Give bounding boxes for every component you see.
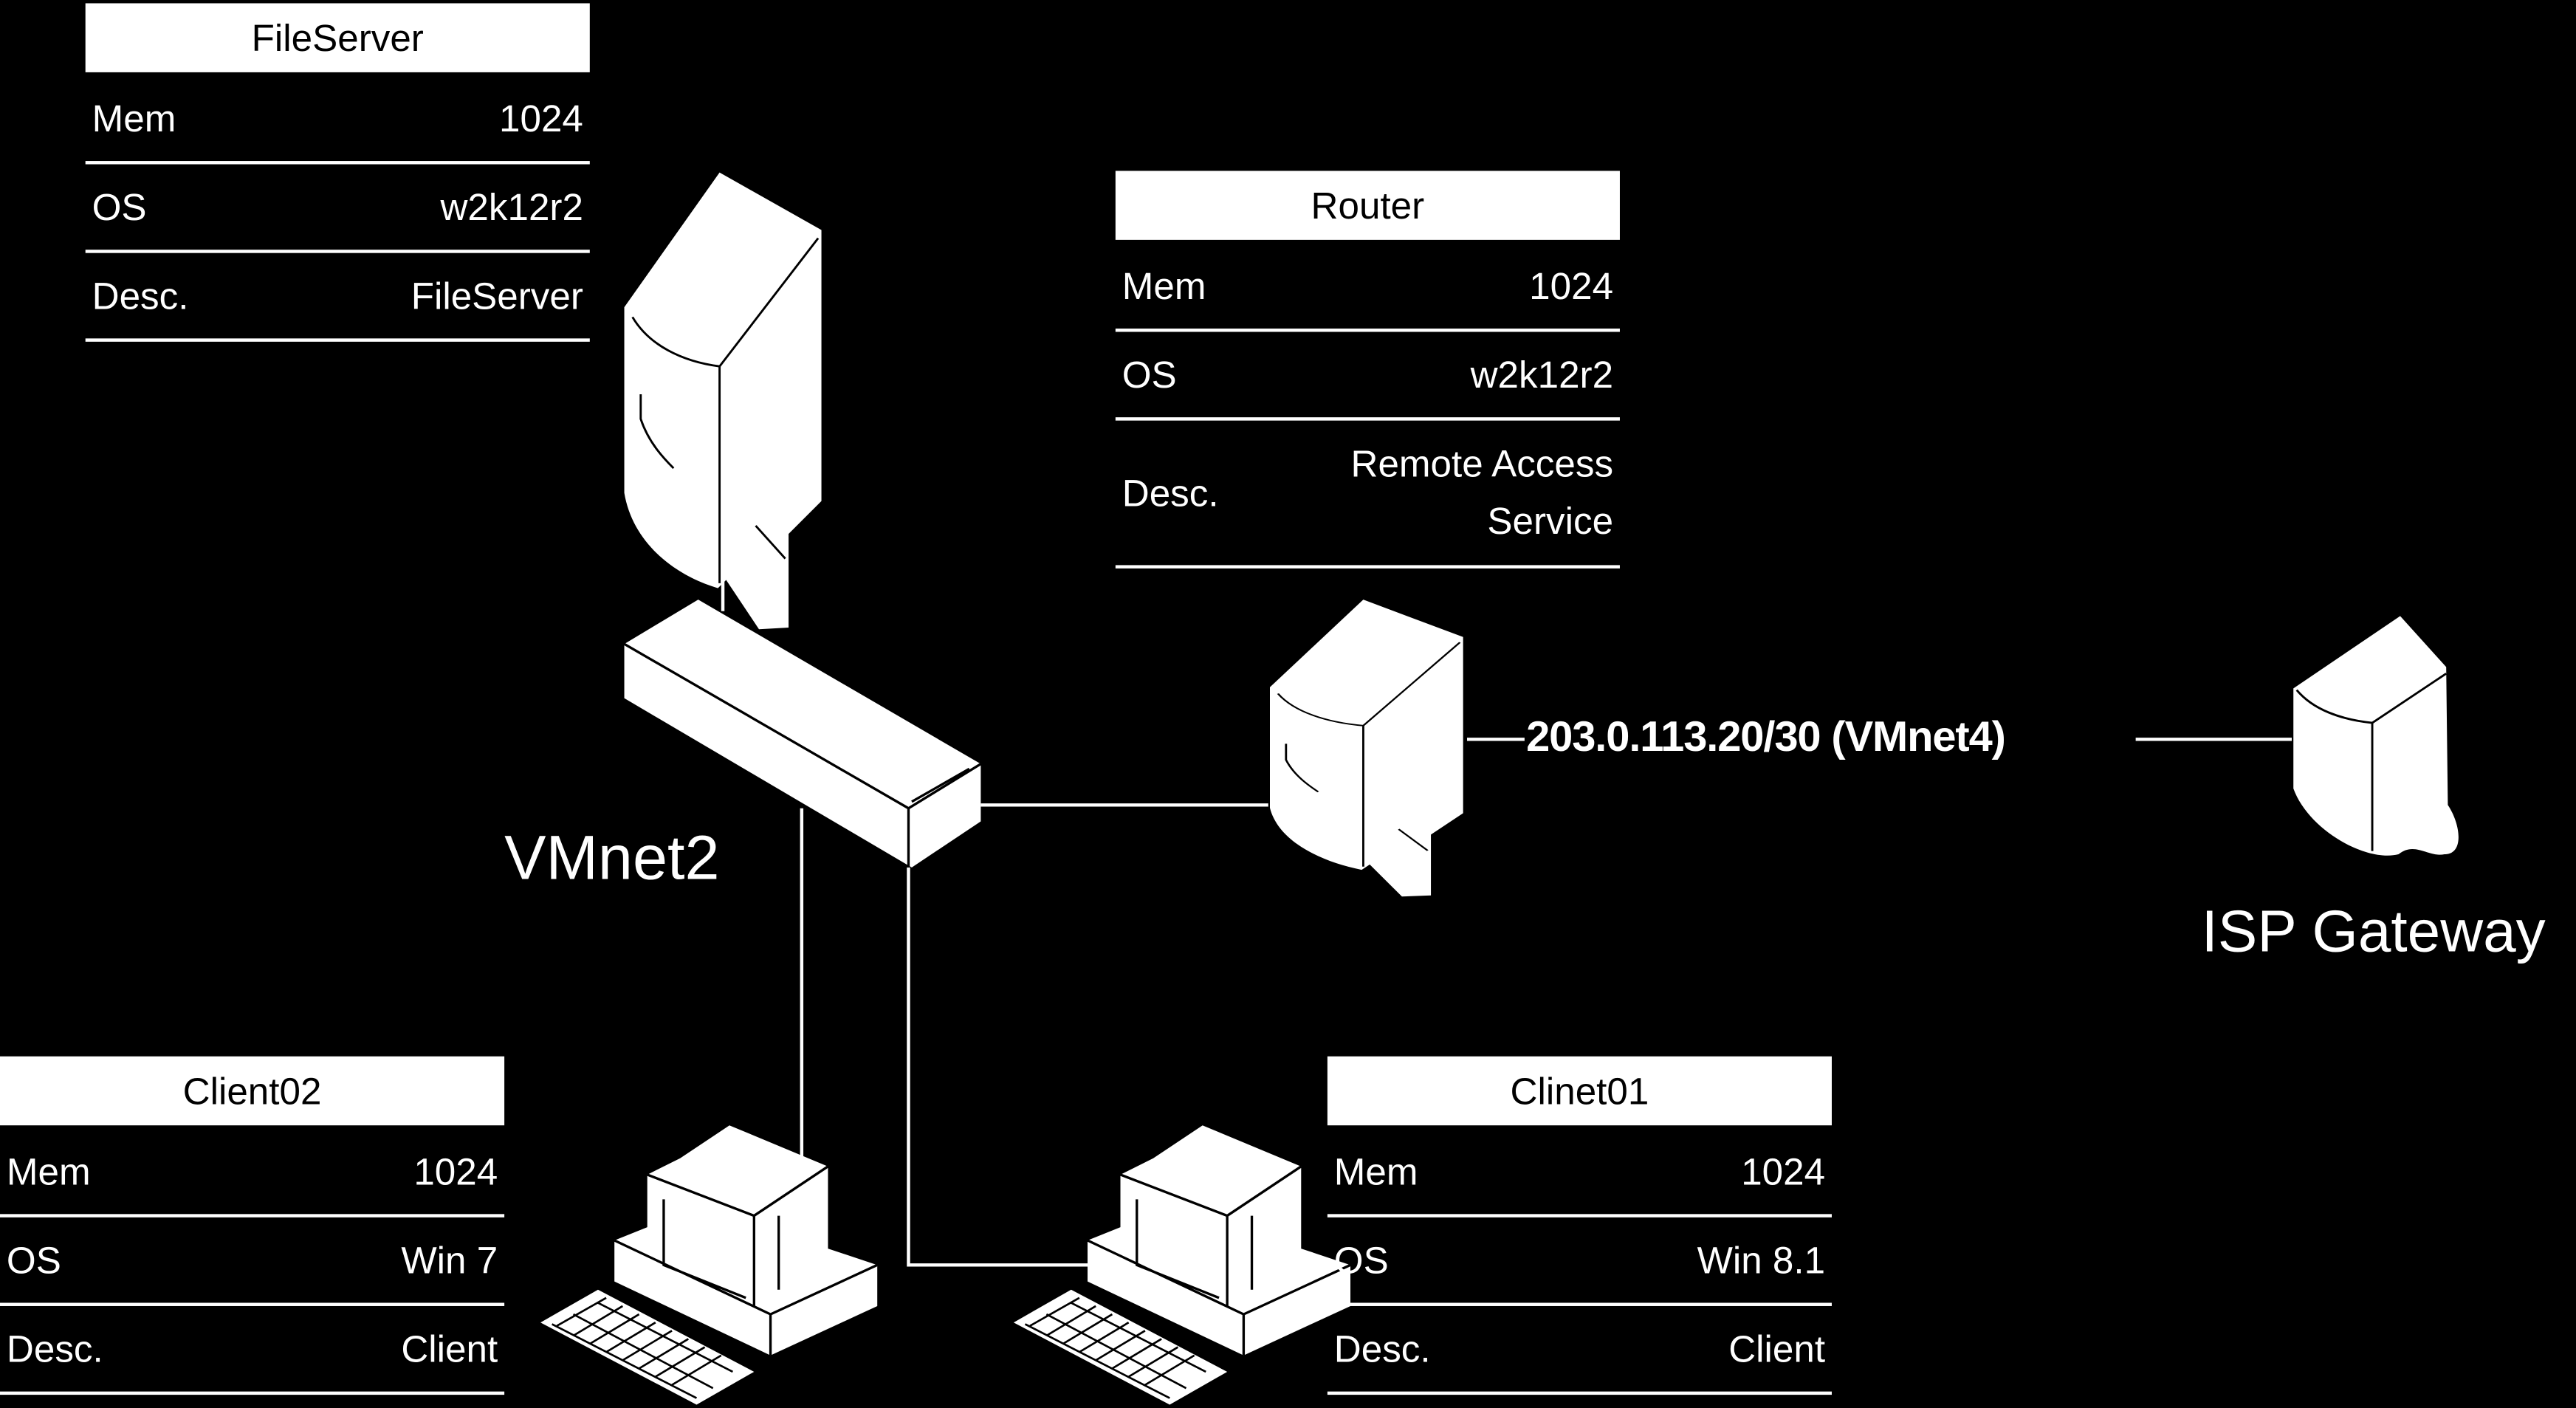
- row-key: Desc.: [6, 1326, 103, 1370]
- row-key: OS: [6, 1237, 61, 1281]
- fileserver-icon: [623, 171, 822, 631]
- row-value-line2: Service: [1487, 499, 1614, 543]
- isp-gateway-server-icon: [2293, 616, 2459, 856]
- row-value: Remote Access Service: [1350, 436, 1613, 551]
- switch-label: VMnet2: [504, 825, 720, 894]
- row-key: Mem: [1122, 264, 1206, 306]
- table-title: Client02: [0, 1056, 505, 1126]
- table-row: OS Win 7: [0, 1218, 505, 1306]
- row-value: 1024: [413, 1149, 498, 1192]
- link-label: 203.0.113.20/30 (VMnet4): [1526, 711, 2006, 761]
- table-row: Mem 1024: [85, 75, 590, 165]
- row-key: Desc.: [1333, 1326, 1431, 1370]
- row-key: Mem: [92, 96, 176, 140]
- table-row: OS Win 8.1: [1327, 1218, 1832, 1306]
- client02-info-table: Client02 Mem 1024 OS Win 7 Desc. Client: [0, 1056, 505, 1395]
- table-row: Desc. Client: [0, 1306, 505, 1395]
- table-row: OS w2k12r2: [85, 165, 590, 253]
- row-value: w2k12r2: [1470, 352, 1614, 396]
- table-title: Clinet01: [1327, 1056, 1832, 1126]
- row-value: Client: [1728, 1326, 1826, 1370]
- row-value-line1: Remote Access: [1350, 442, 1614, 485]
- fileserver-info-table: FileServer Mem 1024 OS w2k12r2 Desc. FileSe…: [85, 3, 590, 342]
- row-key: Desc.: [1122, 470, 1219, 514]
- row-value: 1024: [499, 96, 583, 140]
- row-value: 1024: [1529, 264, 1614, 306]
- router-info-table: Router Mem 1024 OS w2k12r2 Desc. Remote Acc…: [1115, 171, 1620, 569]
- row-value: Win 7: [401, 1237, 498, 1281]
- client02-computer-icon: [539, 1124, 879, 1407]
- router-server-icon: [1268, 598, 1465, 898]
- table-title: Router: [1115, 171, 1620, 240]
- row-value: w2k12r2: [440, 185, 583, 228]
- row-value: Client: [401, 1326, 498, 1370]
- row-value: 1024: [1741, 1149, 1826, 1192]
- row-key: Mem: [1333, 1149, 1418, 1192]
- row-key: OS: [92, 185, 147, 228]
- table-row: Desc. Client: [1327, 1306, 1832, 1395]
- table-row: Mem 1024: [1327, 1129, 1832, 1218]
- table-row: OS w2k12r2: [1115, 332, 1620, 421]
- table-row: Mem 1024: [1115, 243, 1620, 332]
- row-key: Mem: [6, 1149, 91, 1192]
- table-row: Mem 1024: [0, 1129, 505, 1218]
- table-row: Desc. Remote Access Service: [1115, 421, 1620, 569]
- link-switch-clinet01: [907, 867, 1091, 1267]
- isp-gateway-label: ISP Gateway: [2201, 896, 2546, 965]
- row-key: OS: [1333, 1237, 1389, 1281]
- row-value: FileServer: [411, 273, 583, 317]
- network-diagram: FileServer Mem 1024 OS w2k12r2 Desc. FileSe…: [0, 0, 2576, 1408]
- table-title: FileServer: [85, 3, 590, 72]
- table-row: Desc. FileServer: [85, 253, 590, 342]
- row-value: Win 8.1: [1697, 1237, 1826, 1281]
- row-key: OS: [1122, 352, 1177, 396]
- clinet01-info-table: Clinet01 Mem 1024 OS Win 8.1 Desc. Client: [1327, 1056, 1832, 1395]
- row-key: Desc.: [92, 273, 189, 317]
